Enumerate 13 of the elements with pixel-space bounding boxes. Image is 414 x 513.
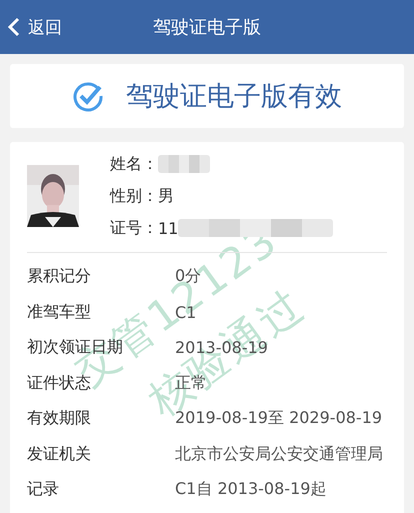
detail-label: 发证机关 — [27, 444, 92, 465]
detail-value: 北京市公安局公安交通管理局 — [175, 444, 384, 465]
field-label: 姓名： — [110, 154, 158, 174]
back-button[interactable]: 返回 — [0, 16, 62, 38]
status-text: 驾驶证电子版有效 — [126, 80, 342, 114]
detail-label: 累积记分 — [27, 266, 92, 288]
page-title: 驾驶证电子版 — [153, 17, 261, 38]
field-value: 男 — [158, 186, 174, 206]
back-icon — [8, 17, 20, 37]
field-label: 性别： — [110, 186, 158, 206]
detail-label: 记录 — [27, 479, 60, 500]
detail-value: C1自 2013-08-19起 — [175, 479, 328, 500]
detail-label: 有效期限 — [27, 408, 92, 430]
